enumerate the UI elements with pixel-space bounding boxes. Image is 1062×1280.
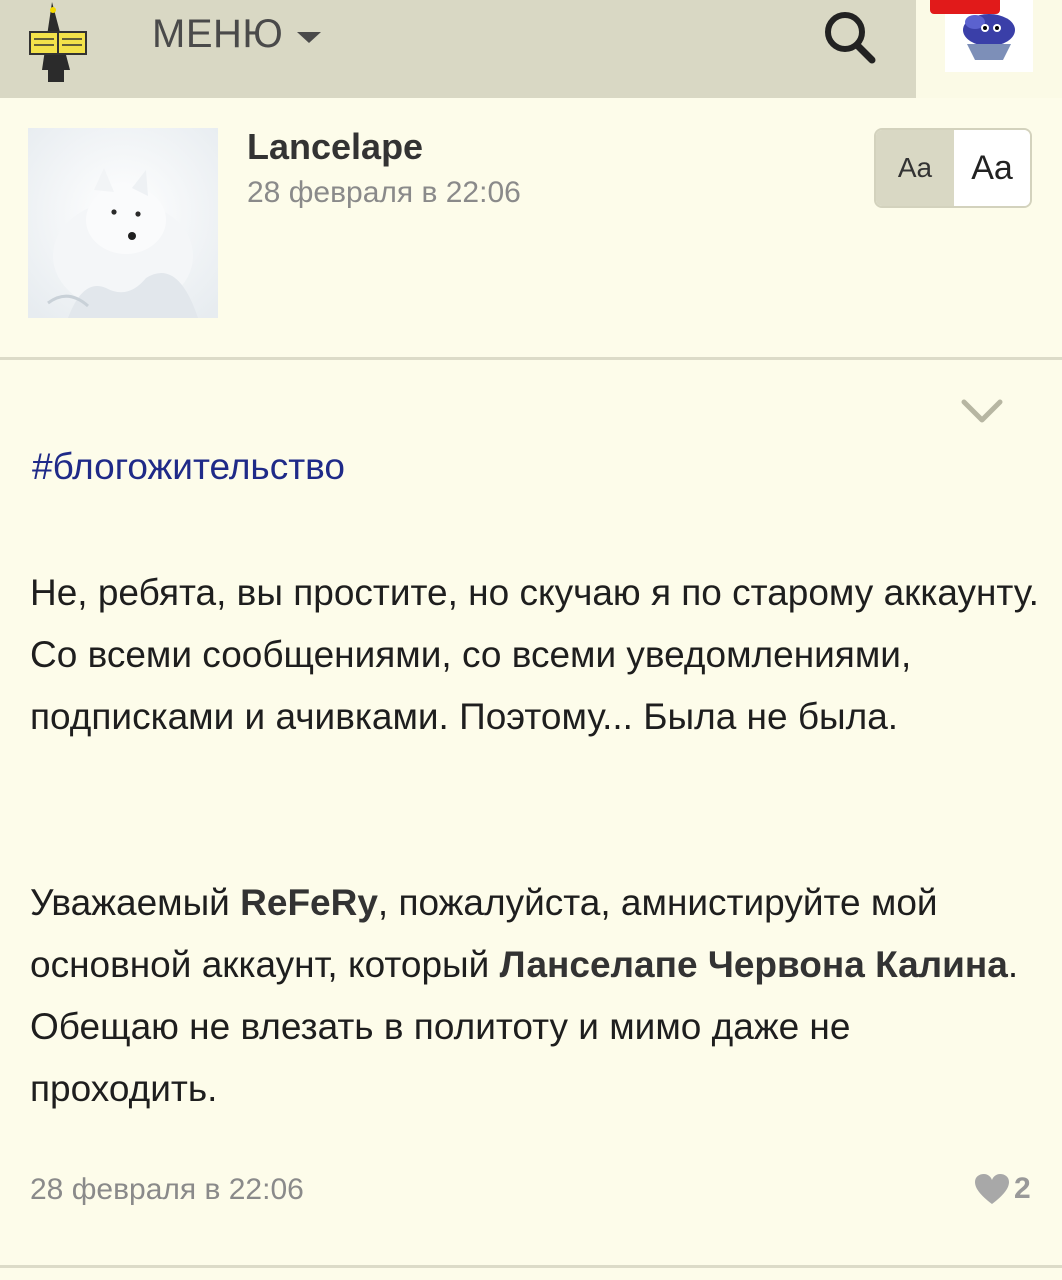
font-size-toggle: Aa Aa	[874, 128, 1032, 208]
heart-icon	[975, 1174, 1009, 1204]
post-text-segment: Уважаемый	[30, 882, 241, 923]
user-mention-link[interactable]: ReFeRy	[240, 882, 378, 923]
post-date: 28 февраля в 22:06	[247, 176, 521, 209]
hashtag-link[interactable]: #блогожительство	[32, 446, 345, 488]
chevron-down-icon[interactable]	[960, 396, 1004, 426]
search-icon[interactable]	[818, 4, 882, 68]
like-button[interactable]: 2	[974, 1172, 1031, 1206]
notification-badge[interactable]	[930, 0, 1000, 14]
like-count: 2	[1014, 1172, 1031, 1205]
font-size-large-button[interactable]: Aa	[954, 130, 1030, 206]
post-paragraph: Уважаемый ReFeRy, пожалуйста, амнистируй…	[30, 872, 1040, 1120]
post-footer-date: 28 февраля в 22:06	[30, 1173, 304, 1206]
wizard-reading-logo-icon[interactable]	[22, 0, 94, 86]
top-navigation-bar: МЕНЮ	[0, 0, 1062, 98]
author-avatar[interactable]	[28, 128, 218, 318]
arctic-fox-avatar-image	[28, 128, 218, 318]
menu-button[interactable]: МЕНЮ	[152, 6, 322, 62]
chevron-down-icon	[297, 31, 322, 43]
post-paragraph: Не, ребята, вы простите, но скучаю я по …	[30, 572, 1039, 737]
header-divider	[0, 357, 1062, 360]
user-mention-link[interactable]: Ланселапе Червона Калина	[500, 944, 1008, 985]
font-size-small-button[interactable]: Aa	[876, 130, 954, 206]
author-name[interactable]: Lancelape	[247, 126, 423, 168]
top-bar-main-area	[0, 0, 916, 98]
footer-divider	[0, 1265, 1062, 1268]
menu-label: МЕНЮ	[152, 11, 284, 56]
